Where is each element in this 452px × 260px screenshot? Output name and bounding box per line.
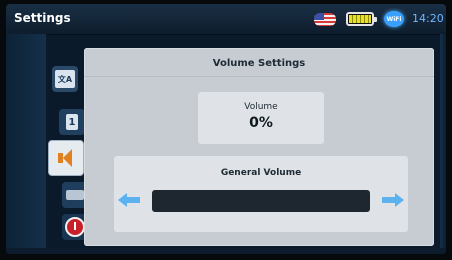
title-divider — [84, 76, 434, 77]
sidebar-rail — [6, 34, 46, 254]
volume-increase-button[interactable] — [382, 192, 404, 208]
sidebar-item-display[interactable]: 1 — [59, 109, 85, 135]
arrow-left-icon — [118, 193, 140, 207]
battery-icon — [346, 12, 377, 26]
general-volume-control: General Volume — [114, 156, 408, 232]
power-icon — [65, 217, 85, 237]
volume-readout-value: 0% — [249, 115, 273, 131]
volume-readout: Volume 0% — [198, 92, 324, 144]
bottom-bezel-edge — [6, 248, 446, 254]
storage-icon — [66, 190, 84, 200]
sidebar-item-volume[interactable] — [48, 140, 84, 176]
panel-title: Volume Settings — [212, 58, 306, 69]
volume-readout-label: Volume — [244, 102, 278, 112]
battery-level-fill — [349, 15, 371, 23]
language-icon: 文A — [55, 70, 75, 88]
flag-icon[interactable] — [314, 13, 336, 26]
wifi-icon[interactable]: WiFi — [384, 11, 404, 27]
status-bar: Settings WiFi 14:20 — [6, 4, 446, 35]
volume-settings-panel: Volume Settings Volume 0% General Volume — [84, 48, 434, 246]
device-screen: Settings WiFi 14:20 文A 1 Volume Settings… — [6, 4, 446, 254]
sidebar-item-language[interactable]: 文A — [52, 66, 78, 92]
wifi-label: WiFi — [386, 15, 402, 23]
display-number-icon: 1 — [66, 114, 78, 130]
right-bezel-edge — [440, 34, 446, 254]
display-glyph: 1 — [68, 116, 76, 128]
general-volume-slider[interactable] — [152, 190, 370, 212]
app-title: Settings — [14, 11, 71, 25]
language-glyph: 文A — [57, 74, 73, 84]
general-volume-label: General Volume — [220, 168, 302, 178]
clock: 14:20 — [412, 12, 444, 25]
arrow-right-icon — [382, 193, 404, 207]
volume-decrease-button[interactable] — [118, 192, 140, 208]
